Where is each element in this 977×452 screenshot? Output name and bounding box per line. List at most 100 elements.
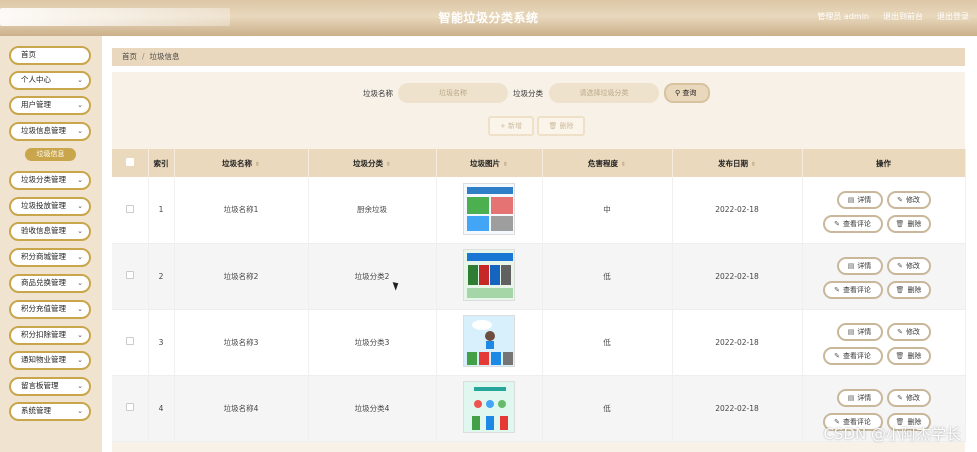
query-button[interactable]: ⚲ 查询 — [664, 83, 710, 103]
query-button-label: 查询 — [682, 89, 697, 97]
breadcrumb-current: 垃圾信息 — [149, 52, 180, 61]
category-label: 垃圾分类 — [513, 89, 543, 98]
garbage-image[interactable] — [463, 381, 515, 433]
cell-danger: 中 — [542, 177, 673, 244]
view-comments-button[interactable]: ✎ 查看评论 — [822, 347, 883, 365]
chevron-down-icon: ⌄ — [77, 382, 83, 390]
detail-button[interactable]: ▤ 详情 — [836, 190, 883, 209]
cell-index: 2 — [148, 243, 175, 310]
col-danger[interactable]: 危害程度 ⇳ — [542, 149, 673, 177]
chevron-down-icon: ⌄ — [77, 407, 83, 415]
sidebar-item-label: 系统管理 — [21, 406, 51, 415]
sidebar-item-users[interactable]: 用户管理 ⌄ — [9, 96, 91, 115]
pencil-icon: ✎ — [897, 394, 903, 402]
select-all-checkbox[interactable] — [125, 158, 134, 166]
sidebar-item-garbage-info[interactable]: 垃圾信息管理 ⌄ — [9, 122, 91, 141]
cell-category: 垃圾分类2 — [308, 243, 437, 310]
sidebar-item-points-deduct[interactable]: 积分扣除管理 ⌄ — [9, 326, 91, 345]
sidebar-item-inspection[interactable]: 验收信息管理 ⌄ — [9, 222, 91, 241]
sidebar-item-garbage-category[interactable]: 垃圾分类管理 ⌄ — [9, 171, 91, 190]
edit-button[interactable]: ✎ 修改 — [886, 190, 931, 209]
batch-delete-button[interactable]: 🗑 删除 — [537, 116, 585, 136]
trash-icon: 🗑 — [548, 122, 560, 130]
col-actions: 操作 — [802, 149, 966, 177]
trash-icon: 🗑 — [895, 219, 905, 228]
col-image[interactable]: 垃圾图片 ⇳ — [436, 149, 543, 177]
garbage-image[interactable] — [463, 182, 515, 235]
sidebar-item-label: 垃圾信息管理 — [21, 126, 66, 135]
sidebar-item-label: 用户管理 — [21, 100, 51, 109]
pencil-icon: ✎ — [897, 195, 903, 204]
table-header-row: 索引 垃圾名称 ⇳ 垃圾分类 ⇳ 垃圾图片 ⇳ 危害程度 ⇳ 发布日期 ⇳ 操作 — [112, 149, 966, 177]
sidebar-item-home[interactable]: 首页 — [9, 46, 91, 65]
sidebar-item-label: 积分商城管理 — [21, 252, 66, 261]
chevron-down-icon: ⌄ — [77, 356, 83, 364]
name-search-input[interactable]: 垃圾名称 — [398, 83, 508, 103]
cell-category: 垃圾分类3 — [308, 309, 437, 376]
detail-button[interactable]: ▤ 详情 — [836, 323, 883, 341]
logout-link[interactable]: 退出登录 — [937, 11, 969, 22]
table-row: 1 垃圾名称1 厨余垃圾 中 2022-02-18 ▤ 详情 ✎ 修改 ✎ 查看评论 … — [112, 177, 966, 244]
document-icon: ▤ — [847, 394, 855, 402]
sidebar-item-message-board[interactable]: 留言板管理 ⌄ — [9, 377, 91, 396]
cell-danger: 低 — [542, 243, 673, 310]
col-date[interactable]: 发布日期 ⇳ — [672, 149, 803, 177]
pencil-icon: ✎ — [834, 286, 840, 294]
sidebar-item-label: 垃圾分类管理 — [21, 175, 66, 184]
cell-date: 2022-02-18 — [672, 177, 803, 244]
sidebar-item-label: 商品兑换管理 — [21, 278, 66, 287]
cell-category: 厨余垃圾 — [308, 177, 437, 244]
delete-button[interactable]: 🗑 删除 — [886, 347, 931, 365]
chevron-down-icon: ⌄ — [77, 253, 83, 261]
sidebar-item-notify-property[interactable]: 通知物业管理 ⌄ — [9, 351, 91, 370]
view-comments-button[interactable]: ✎ 查看评论 — [822, 214, 883, 233]
sidebar-item-label: 积分充值管理 — [21, 304, 66, 313]
cell-name: 垃圾名称4 — [174, 375, 309, 442]
document-icon: ▤ — [847, 328, 855, 336]
garbage-image[interactable] — [463, 315, 515, 367]
sidebar-item-garbage-disposal[interactable]: 垃圾投放管理 ⌄ — [9, 197, 91, 216]
watermark: CSDN @小阿杰学长 — [823, 425, 961, 443]
row-checkbox[interactable] — [125, 204, 134, 213]
row-actions: ▤ 详情 ✎ 修改 ✎ 查看评论 🗑 删除 — [819, 317, 949, 367]
detail-button[interactable]: ▤ 详情 — [836, 257, 883, 275]
sidebar-item-label: 垃圾投放管理 — [21, 201, 66, 210]
cell-danger: 低 — [542, 309, 673, 376]
col-name[interactable]: 垃圾名称 ⇳ — [174, 149, 309, 177]
sidebar-item-exchange[interactable]: 商品兑换管理 ⌄ — [9, 274, 91, 293]
col-category[interactable]: 垃圾分类 ⇳ — [308, 149, 437, 177]
cell-danger: 低 — [542, 375, 673, 442]
header-links: 管理员 admin 退出到前台 退出登录 — [817, 11, 969, 22]
row-checkbox[interactable] — [125, 271, 134, 279]
chevron-down-icon: ⌄ — [77, 176, 83, 184]
detail-button[interactable]: ▤ 详情 — [836, 389, 883, 407]
sidebar-item-points-recharge[interactable]: 积分充值管理 ⌄ — [9, 300, 91, 319]
edit-button[interactable]: ✎ 修改 — [886, 389, 931, 407]
cell-date: 2022-02-18 — [672, 375, 803, 442]
garbage-image[interactable] — [463, 249, 515, 301]
edit-button[interactable]: ✎ 修改 — [886, 323, 931, 341]
cell-index: 1 — [148, 177, 175, 244]
add-button[interactable]: + 新增 — [488, 116, 534, 136]
exit-to-frontend-link[interactable]: 退出到前台 — [883, 11, 923, 22]
sidebar-item-points-mall[interactable]: 积分商城管理 ⌄ — [9, 248, 91, 267]
delete-button[interactable]: 🗑 删除 — [886, 281, 931, 299]
edit-button[interactable]: ✎ 修改 — [886, 257, 931, 275]
breadcrumb: 首页 / 垃圾信息 — [112, 48, 965, 66]
row-checkbox[interactable] — [125, 403, 134, 411]
row-checkbox[interactable] — [125, 337, 134, 345]
plus-icon: + — [499, 122, 509, 130]
delete-button[interactable]: 🗑 删除 — [886, 214, 931, 233]
breadcrumb-home[interactable]: 首页 — [122, 52, 137, 61]
sidebar-subitem-garbage-info[interactable]: 垃圾信息 — [25, 148, 76, 161]
cell-index: 3 — [148, 309, 175, 376]
sidebar-item-system[interactable]: 系统管理 ⌄ — [9, 402, 91, 421]
main-content: 首页 / 垃圾信息 垃圾名称 垃圾名称 垃圾分类 请选择垃圾分类 ⚲ 查询 + 新增… — [102, 36, 977, 452]
view-comments-button[interactable]: ✎ 查看评论 — [822, 281, 883, 299]
sidebar-item-profile[interactable]: 个人中心 ⌄ — [9, 71, 91, 90]
admin-user-link[interactable]: 管理员 admin — [817, 11, 869, 22]
sort-icon: ⇳ — [502, 160, 509, 168]
cell-date: 2022-02-18 — [672, 243, 803, 310]
category-select[interactable]: 请选择垃圾分类 — [549, 83, 659, 103]
batch-delete-label: 删除 — [559, 122, 574, 130]
